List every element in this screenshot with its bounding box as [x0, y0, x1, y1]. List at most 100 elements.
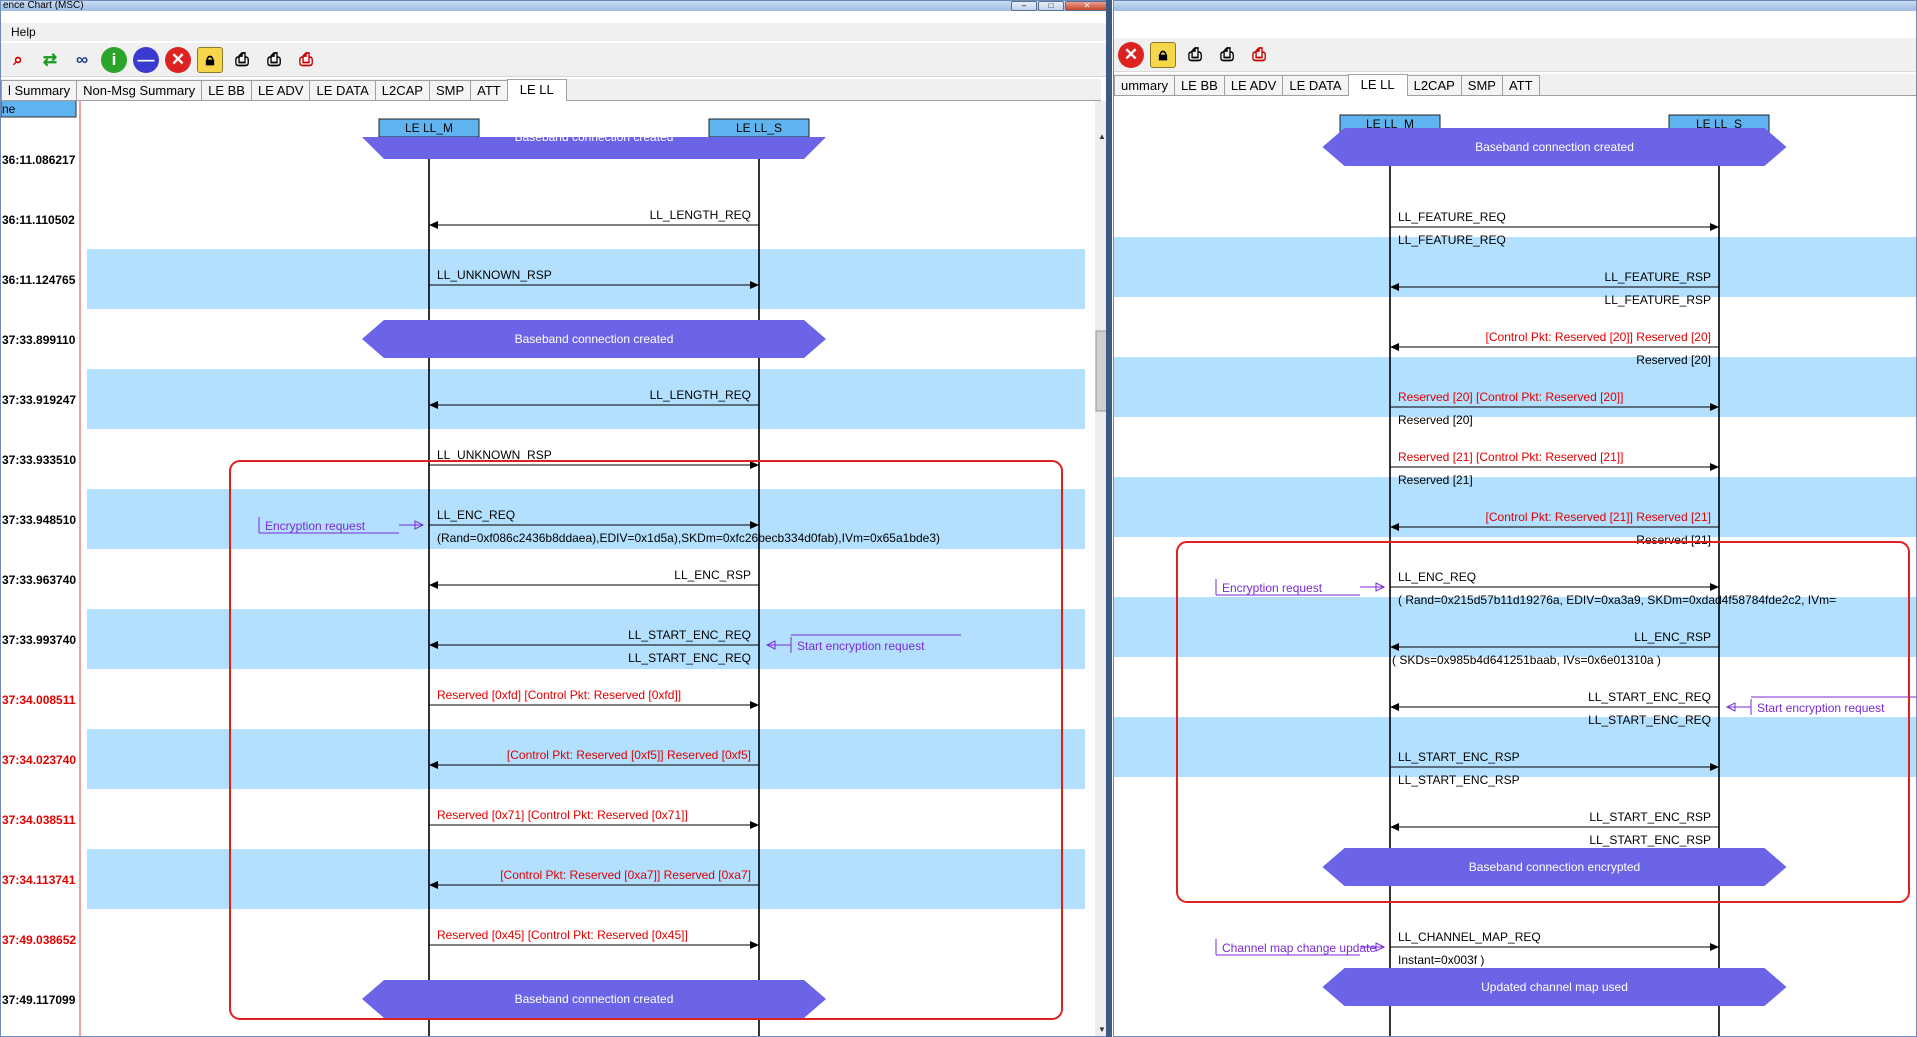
message-label: LL_FEATURE_RSP	[1605, 293, 1711, 307]
print-preview-icon[interactable]: ⎙	[1182, 42, 1208, 68]
tab-le-bb[interactable]: LE BB	[1173, 75, 1225, 95]
print-preview-icon[interactable]: ⎙	[229, 47, 255, 73]
message-label: LL_START_ENC_REQ	[1588, 690, 1711, 704]
msc-diagram: ne 36:11.086217 36:11.110502 36:11.124765 37…	[1, 101, 1109, 1036]
tab-le-adv[interactable]: LE ADV	[250, 80, 311, 100]
message-label: Reserved [20]	[1398, 413, 1473, 427]
arrow-head	[750, 461, 759, 469]
lane-header-label: LE LL_M	[405, 121, 453, 135]
find-icon[interactable]: ⌕	[5, 47, 31, 73]
message-label: LL_LENGTH_REQ	[650, 388, 751, 402]
row-band	[1114, 717, 1916, 777]
tab-le-data[interactable]: LE DATA	[1282, 75, 1349, 95]
row-band	[87, 369, 1085, 429]
arrow-head	[1390, 823, 1399, 831]
arrow-head	[429, 221, 438, 229]
window-title-bar	[1114, 1, 1916, 11]
message-label: LL_START_ENC_RSP	[1398, 750, 1520, 764]
tab-smp[interactable]: SMP	[428, 80, 472, 100]
message-label: LL_CHANNEL_MAP_REQ	[1398, 930, 1541, 944]
tab-att[interactable]: ATT	[1501, 75, 1540, 95]
tab-strip: ummary LE BB LE ADV LE DATA LE LL L2CAP SMP ATT	[1114, 74, 1916, 96]
message-label: LL_ENC_RSP	[674, 568, 751, 582]
timestamp: 36:11.110502	[2, 213, 75, 227]
lane-header-label: LE LL_S	[736, 121, 782, 135]
message-label: LL_START_ENC_RSP	[1589, 810, 1711, 824]
refresh-icon[interactable]: ⇄	[37, 47, 63, 73]
message-label: Reserved [0x45] [Control Pkt: Reserved […	[437, 928, 688, 942]
timestamp: 37:33.963740	[2, 573, 76, 587]
message-label: LL_UNKNOWN_RSP	[437, 268, 552, 282]
menu-help[interactable]: Help	[11, 25, 36, 39]
minimize-button[interactable]: –	[1011, 1, 1037, 11]
timestamp: 36:11.086217	[2, 153, 76, 167]
arrow-head	[1710, 463, 1719, 471]
close-button[interactable]: ✕	[1065, 1, 1109, 11]
stop-icon[interactable]: —	[133, 46, 159, 73]
message-label: LL_START_ENC_REQ	[628, 628, 751, 642]
scroll-down-icon: ▼	[1098, 1025, 1106, 1034]
arrow-head	[429, 581, 438, 589]
annotation-callout: Channel map change update	[1215, 939, 1386, 956]
timestamp: 36:11.124765	[2, 273, 76, 287]
message-label: Instant=0x003f )	[1398, 953, 1484, 967]
toolbar: ⌕ ⇄ ∞ i — ✕ 🔒︎ ⎙ ⎙ ⎙	[1, 43, 1111, 77]
right-msc-window: ✕ 🔒︎ ⎙ ⎙ ⎙ ummary LE BB LE ADV LE DATA LE LL…	[1113, 0, 1917, 1037]
print-setup-icon[interactable]: ⎙	[293, 47, 319, 73]
timestamp: 37:33.899110	[2, 333, 76, 347]
message-label: Reserved [20]	[1636, 353, 1711, 367]
window-title-bar: ence Chart (MSC) – □ ✕	[1, 1, 1111, 11]
timestamp: 37:33.948510	[2, 513, 76, 527]
row-band	[1114, 477, 1916, 537]
tab-att[interactable]: ATT	[470, 80, 508, 100]
toolbar: ✕ 🔒︎ ⎙ ⎙ ⎙	[1114, 38, 1916, 72]
tab-l2cap[interactable]: L2CAP	[1406, 75, 1462, 95]
message-label: LL_START_ENC_RSP	[1589, 833, 1711, 847]
tab-le-ll[interactable]: LE LL	[1347, 74, 1408, 96]
arrow-head	[750, 941, 759, 949]
cancel-icon[interactable]: ✕	[165, 46, 191, 73]
annotation-label: Start encryption request	[797, 639, 925, 653]
maximize-button[interactable]: □	[1038, 1, 1064, 11]
timestamp: 37:33.993740	[2, 633, 76, 647]
left-msc-window: ence Chart (MSC) – □ ✕ Help ⌕ ⇄ ∞ i — ✕ …	[0, 0, 1112, 1037]
tab-l-summary[interactable]: l Summary	[1, 80, 78, 100]
message-label: (Rand=0xf086c2436b8ddaea),EDIV=0x1d5a),S…	[437, 531, 940, 545]
timestamp: 37:34.023740	[2, 753, 76, 767]
annotation-label: Channel map change update	[1222, 941, 1376, 955]
tab-smp[interactable]: SMP	[1460, 75, 1503, 95]
time-column-header-label: ne	[2, 102, 16, 116]
print-icon[interactable]: ⎙	[261, 47, 287, 73]
tab-non-msg-summary[interactable]: Non-Msg Summary	[76, 80, 203, 100]
tab-le-adv[interactable]: LE ADV	[1223, 75, 1284, 95]
lock-icon[interactable]: 🔒︎	[197, 46, 223, 73]
hexagon-label: Baseband connection encrypted	[1469, 860, 1640, 874]
timestamp: 37:49.117099	[2, 993, 76, 1007]
message-label: LL_FEATURE_REQ	[1398, 210, 1506, 224]
message-label: [Control Pkt: Reserved [0xa7]] Reserved …	[500, 868, 751, 882]
tab-l2cap[interactable]: L2CAP	[374, 80, 430, 100]
annotation-label: Encryption request	[265, 519, 366, 533]
annotation-label: Start encryption request	[1757, 701, 1885, 715]
binoculars-icon[interactable]: ∞	[69, 47, 95, 73]
message-label: Reserved [21]	[1636, 533, 1711, 547]
message-label: LL_START_ENC_REQ	[628, 651, 751, 665]
message-label: Reserved [0x71] [Control Pkt: Reserved […	[437, 808, 688, 822]
cancel-icon[interactable]: ✕	[1118, 41, 1144, 68]
window-border	[1106, 0, 1112, 1037]
tab-ummary[interactable]: ummary	[1114, 75, 1175, 95]
arrow-head	[750, 821, 759, 829]
info-icon[interactable]: i	[101, 46, 127, 73]
arrow-head	[750, 701, 759, 709]
tab-le-ll[interactable]: LE LL	[506, 79, 567, 101]
hexagon-label: Updated channel map used	[1481, 980, 1628, 994]
tab-le-data[interactable]: LE DATA	[309, 80, 376, 100]
annotation-callout: Start encryption request	[1725, 696, 1916, 715]
print-icon[interactable]: ⎙	[1214, 42, 1240, 68]
print-setup-icon[interactable]: ⎙	[1246, 42, 1272, 68]
message-label: Reserved [20] [Control Pkt: Reserved [20…	[1398, 390, 1623, 404]
timestamp: 37:34.008511	[2, 693, 76, 707]
lock-icon[interactable]: 🔒︎	[1150, 41, 1176, 68]
row-band	[87, 249, 1085, 309]
tab-le-bb[interactable]: LE BB	[201, 80, 252, 100]
